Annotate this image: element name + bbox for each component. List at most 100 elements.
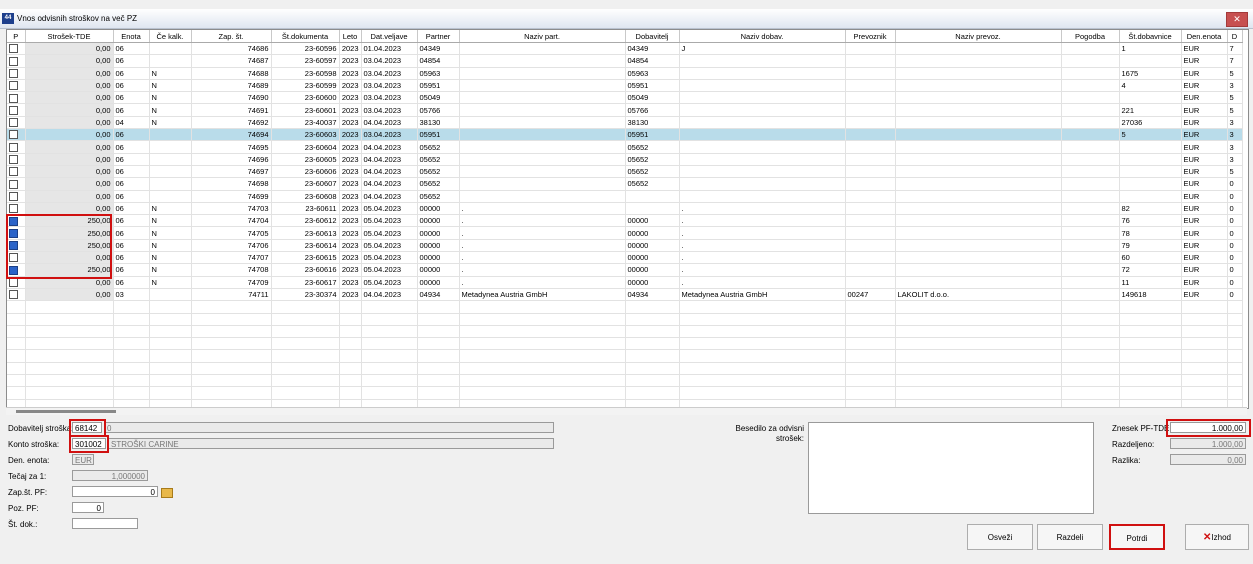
row-checkbox[interactable]: [9, 44, 18, 54]
column-header[interactable]: Leto: [339, 30, 362, 43]
row-checkbox[interactable]: [9, 167, 18, 177]
row-checkbox[interactable]: [9, 56, 18, 66]
folder-icon[interactable]: [161, 488, 173, 498]
column-header[interactable]: Če kalk.: [149, 30, 192, 43]
horizontal-scrollbar[interactable]: [6, 407, 1247, 415]
table-row[interactable]: 0,00 06 74699 23-60608 2023 04.04.2023 05652 EU…: [7, 190, 1243, 203]
row-checkbox[interactable]: [9, 69, 18, 78]
table-row[interactable]: 250,00 06 N 74706 23-60614 2023 05.04.2023 0000…: [7, 239, 1243, 253]
column-header[interactable]: Den.enota: [1181, 30, 1228, 43]
row-checkbox[interactable]: [9, 81, 18, 91]
column-header[interactable]: Pogodba: [1061, 30, 1120, 43]
row-checkbox-cell[interactable]: [7, 54, 26, 68]
cell-nprev: [895, 91, 1062, 105]
cell-dob: 00000: [625, 276, 680, 289]
cell-prev: [845, 177, 896, 191]
row-checkbox[interactable]: [9, 179, 18, 189]
row-checkbox-cell[interactable]: [7, 288, 26, 302]
table-row[interactable]: 0,00 06 N 74691 23-60601 2023 03.04.2023 05766 0…: [7, 103, 1243, 117]
column-header[interactable]: Naziv dobav.: [679, 30, 846, 43]
table-row[interactable]: 0,00 06 74695 23-60604 2023 04.04.2023 05652 05…: [7, 140, 1243, 154]
column-header[interactable]: Št.dobavnice: [1119, 30, 1182, 43]
row-checkbox[interactable]: [9, 191, 18, 201]
table-row[interactable]: 0,00 06 N 74709 23-60617 2023 05.04.2023 00000.…: [7, 276, 1243, 289]
cell-dobav: [1119, 177, 1182, 191]
column-header[interactable]: Naziv prevoz.: [895, 30, 1062, 43]
table-row[interactable]: 250,00 06 N 74704 23-60612 2023 05.04.2023 0000…: [7, 214, 1243, 228]
table-row[interactable]: 0,00 06 74696 23-60605 2023 04.04.2023 05652 05…: [7, 153, 1243, 166]
row-checkbox[interactable]: [9, 93, 18, 103]
row-checkbox-cell[interactable]: [7, 140, 26, 154]
table-row[interactable]: 250,00 06 N 74708 23-60616 2023 05.04.2023 0000…: [7, 263, 1243, 277]
cell-ndob: [679, 165, 846, 179]
table-row[interactable]: 0,00 06 74686 23-60596 2023 01.04.2023 04349 04…: [7, 42, 1243, 56]
row-checkbox-cell[interactable]: [7, 103, 26, 117]
osvezi-button[interactable]: Osveži: [967, 524, 1033, 550]
table-row[interactable]: 0,00 04 N 74692 23-40037 2023 04.04.2023 38130 3…: [7, 116, 1243, 130]
row-checkbox[interactable]: [9, 278, 18, 288]
column-header[interactable]: Zap. št.: [191, 30, 272, 43]
row-checkbox-cell[interactable]: [7, 190, 26, 203]
empty-cell: [191, 349, 272, 363]
table-row[interactable]: 0,00 06 74687 23-60597 2023 03.04.2023 04854 04…: [7, 54, 1243, 68]
table-row[interactable]: 0,00 06 N 74707 23-60615 2023 05.04.2023 00000.…: [7, 251, 1243, 265]
column-header[interactable]: Št.dokumenta: [271, 30, 340, 43]
row-checkbox[interactable]: [9, 118, 18, 128]
column-header[interactable]: Prevoznik: [845, 30, 896, 43]
poz-pf-field[interactable]: 0: [72, 502, 104, 513]
cell-ce: N: [149, 91, 192, 105]
table-row[interactable]: 0,00 06 74694 23-60603 2023 03.04.2023 05951 05…: [7, 128, 1243, 142]
table-row[interactable]: 0,00 06 N 74689 23-60599 2023 03.04.2023 05951 0…: [7, 79, 1243, 93]
row-checkbox-cell[interactable]: [7, 202, 26, 216]
row-checkbox-cell[interactable]: [7, 79, 26, 93]
table-row[interactable]: 0,00 06 N 74703 23-60611 2023 05.04.2023 00000.…: [7, 202, 1243, 216]
scroll-thumb[interactable]: [16, 410, 116, 413]
row-checkbox-cell[interactable]: [7, 165, 26, 179]
cell-enota: 06: [113, 79, 150, 93]
cell-ndob: J: [679, 42, 846, 56]
cell-d: 5: [1227, 67, 1243, 80]
column-header[interactable]: Enota: [113, 30, 150, 43]
table-row[interactable]: 0,00 03 74711 23-30374 2023 04.04.2023 04934 Me…: [7, 288, 1243, 302]
izhod-button[interactable]: ✕Izhod: [1185, 524, 1249, 550]
row-checkbox-cell[interactable]: [7, 153, 26, 166]
row-checkbox[interactable]: [9, 155, 18, 165]
cell-npart: .: [459, 263, 626, 277]
table-row[interactable]: 0,00 06 74698 23-60607 2023 04.04.2023 05652 05…: [7, 177, 1243, 191]
column-header[interactable]: Partner: [417, 30, 460, 43]
row-checkbox[interactable]: [9, 105, 18, 115]
row-checkbox[interactable]: [9, 290, 18, 300]
row-checkbox[interactable]: [9, 142, 18, 152]
row-checkbox-cell[interactable]: [7, 67, 26, 80]
column-header[interactable]: Dobavitelj: [625, 30, 680, 43]
table-row[interactable]: 0,00 06 74697 23-60606 2023 04.04.2023 05652 05…: [7, 165, 1243, 179]
column-header[interactable]: Strošek-TDE: [25, 30, 114, 43]
row-checkbox[interactable]: [9, 204, 18, 214]
razdeli-button[interactable]: Razdeli: [1037, 524, 1103, 550]
close-window-button[interactable]: ✕: [1226, 12, 1248, 27]
cell-npart: [459, 165, 626, 179]
cost-grid[interactable]: P Strošek-TDE Enota Če kalk. Zap. št. Št.doku…: [6, 29, 1249, 409]
cell-dat: 03.04.2023: [361, 91, 418, 105]
row-checkbox-cell[interactable]: [7, 42, 26, 56]
row-checkbox-cell[interactable]: [7, 128, 26, 142]
column-header[interactable]: D: [1227, 30, 1243, 43]
column-header[interactable]: Naziv part.: [459, 30, 626, 43]
column-header[interactable]: P: [7, 30, 26, 43]
row-checkbox-cell[interactable]: [7, 177, 26, 191]
besedilo-textarea[interactable]: [808, 422, 1094, 514]
cell-dat: 05.04.2023: [361, 276, 418, 289]
row-checkbox-cell[interactable]: [7, 91, 26, 105]
st-dok-field[interactable]: [72, 518, 138, 529]
cell-npart: [459, 67, 626, 80]
row-checkbox[interactable]: [9, 130, 18, 140]
column-header[interactable]: Dat.veljave: [361, 30, 418, 43]
cell-ce: N: [149, 276, 192, 289]
row-checkbox-cell[interactable]: [7, 116, 26, 130]
potrdi-button[interactable]: Potrdi: [1109, 524, 1165, 550]
table-row[interactable]: 250,00 06 N 74705 23-60613 2023 05.04.2023 0000…: [7, 226, 1243, 240]
zap-pf-field[interactable]: 0: [72, 486, 158, 497]
table-row[interactable]: 0,00 06 N 74688 23-60598 2023 03.04.2023 05963 0…: [7, 67, 1243, 80]
table-row[interactable]: 0,00 06 N 74690 23-60600 2023 03.04.2023 05049 0…: [7, 91, 1243, 105]
cell-zap: 74705: [191, 226, 272, 240]
